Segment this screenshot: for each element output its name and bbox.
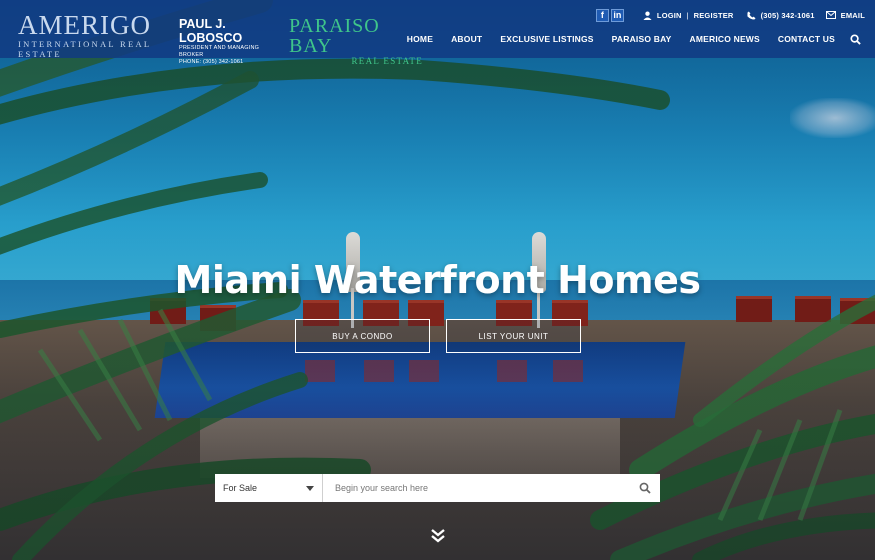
top-utility-bar: f in LOGIN | REGISTER (305) 342-1061 EMA… (595, 8, 865, 22)
partner-sub: REAL ESTATE (351, 56, 423, 66)
americo-logo[interactable]: AMERIGO INTERNATIONAL REAL ESTATE (18, 10, 168, 60)
search-icon[interactable] (850, 33, 861, 45)
divider: | (686, 10, 689, 20)
magnifier-icon (639, 482, 651, 494)
facebook-icon[interactable]: f (595, 8, 609, 22)
buy-condo-button[interactable]: BUY A CONDO (295, 319, 430, 353)
register-link[interactable]: REGISTER (694, 11, 734, 20)
social-links: f in (595, 8, 624, 22)
nav-about[interactable]: ABOUT (451, 34, 482, 44)
hero-title: Miami Waterfront Homes (174, 258, 701, 302)
phone-label: (305) 342-1061 (760, 10, 815, 20)
phone-link[interactable]: (305) 342-1061 (747, 11, 815, 20)
listing-type-select[interactable]: For Sale (215, 474, 323, 502)
search-button[interactable] (630, 474, 660, 502)
scroll-down-icon[interactable] (430, 528, 446, 544)
login-label: LOGIN (656, 10, 682, 20)
nav-home[interactable]: HOME (407, 34, 433, 44)
nav-exclusive-listings[interactable]: EXCLUSIVE LISTINGS (500, 34, 593, 44)
nav-paraiso-bay[interactable]: PARAISO BAY (612, 34, 672, 44)
main-nav: HOME ABOUT EXCLUSIVE LISTINGS PARAISO BA… (389, 33, 861, 45)
user-icon (643, 11, 652, 20)
email-label: EMAIL (840, 10, 865, 20)
property-search-bar: For Sale (215, 474, 660, 502)
brand-tagline: INTERNATIONAL REAL ESTATE (18, 39, 152, 59)
site-header: AMERIGO INTERNATIONAL REAL ESTATE PAUL J… (0, 0, 875, 66)
phone-icon (747, 10, 756, 20)
search-input[interactable] (323, 474, 630, 502)
broker-name: PAUL J. LOBOSCO (179, 17, 243, 45)
email-link[interactable]: EMAIL (825, 10, 865, 20)
list-unit-button[interactable]: LIST YOUR UNIT (446, 319, 581, 353)
nav-contact-us[interactable]: CONTACT US (778, 34, 835, 44)
nav-americo-news[interactable]: AMERICO NEWS (690, 34, 760, 44)
broker-info: PAUL J. LOBOSCO PRESIDENT AND MANAGING B… (179, 17, 284, 66)
brand-name: AMERIGO (18, 10, 151, 40)
broker-title: PRESIDENT AND MANAGING BROKER (179, 45, 260, 58)
register-label: REGISTER (693, 10, 734, 20)
listing-type-value: For Sale (223, 483, 258, 493)
linkedin-icon[interactable]: in (610, 8, 624, 22)
broker-phone: PHONE: (305) 342-1061 (179, 59, 244, 65)
envelope-icon (825, 11, 836, 19)
caret-down-icon (306, 485, 314, 491)
login-link[interactable]: LOGIN (643, 11, 682, 20)
